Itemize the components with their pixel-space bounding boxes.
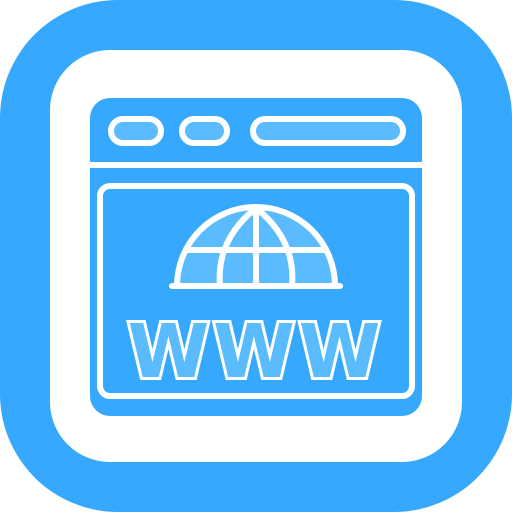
browser-address-bar bbox=[250, 116, 406, 146]
app-icon: WWW bbox=[0, 0, 512, 512]
www-label: WWW bbox=[128, 309, 385, 395]
website-browser-icon: WWW bbox=[0, 0, 512, 512]
browser-dot-1 bbox=[108, 116, 164, 146]
browser-dot-2 bbox=[179, 116, 230, 146]
